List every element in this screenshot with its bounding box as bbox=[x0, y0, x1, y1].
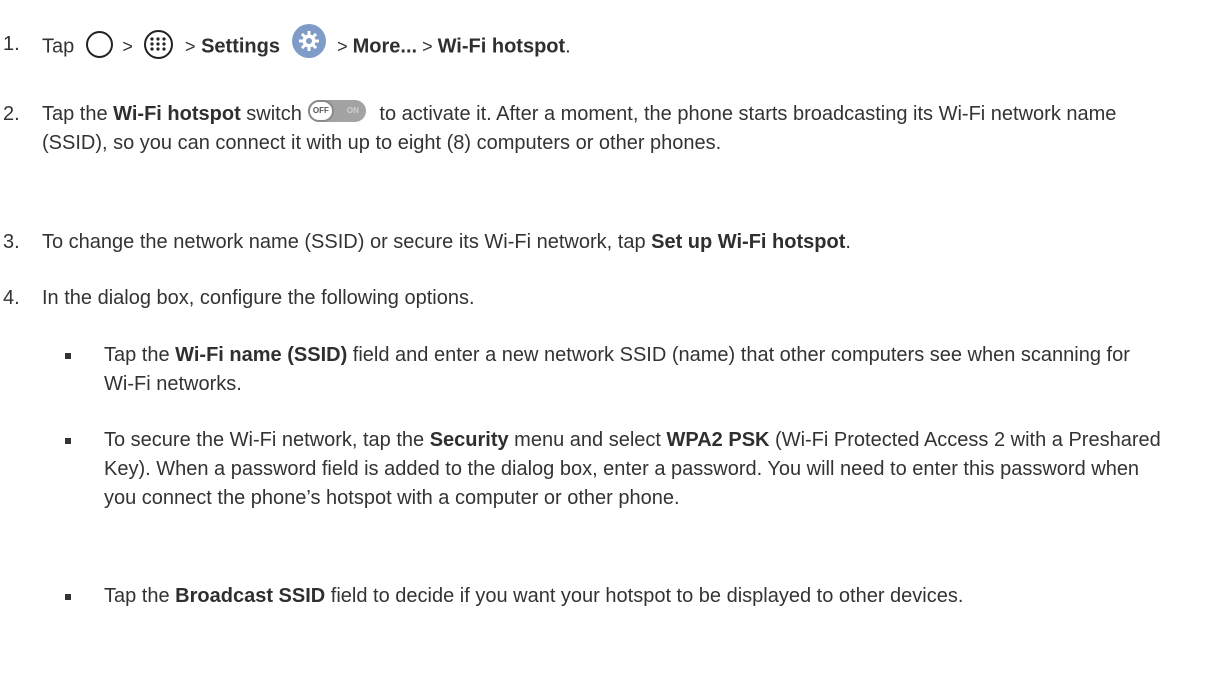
step-number: 4. bbox=[3, 287, 20, 309]
step-text: Tap the Wi-Fi hotspot switch OFF ON to act… bbox=[42, 99, 1142, 158]
step-text: To change the network name (SSID) or sec… bbox=[42, 228, 1142, 257]
step-3: 3. To change the network name (SSID) or … bbox=[0, 228, 1200, 257]
separator: > bbox=[337, 36, 353, 57]
option-text: Tap the Broadcast SSID field to decide i… bbox=[104, 582, 1164, 611]
period: . bbox=[565, 35, 571, 58]
text-run: Tap the bbox=[42, 103, 114, 125]
option-item-broadcast: Tap the Broadcast SSID field to decide i… bbox=[0, 582, 1200, 611]
toggle-switch-icon: OFF ON bbox=[307, 99, 366, 122]
text-run: field to decide if you want your hotspot… bbox=[325, 585, 964, 607]
home-icon bbox=[85, 30, 113, 58]
step-number: 1. bbox=[3, 33, 20, 55]
text-run: menu and select bbox=[508, 429, 667, 451]
text-run: Tap the bbox=[104, 344, 176, 366]
step-number: 2. bbox=[3, 103, 20, 125]
broadcast-ssid-label: Broadcast SSID bbox=[175, 585, 326, 607]
apps-icon bbox=[144, 29, 174, 59]
step-4: 4. In the dialog box, configure the foll… bbox=[0, 284, 1200, 313]
settings-label: Settings bbox=[201, 35, 280, 58]
text-run: . bbox=[845, 231, 851, 253]
more-label: More... bbox=[352, 35, 418, 58]
bullet-icon bbox=[65, 438, 71, 444]
option-item-security: To secure the Wi-Fi network, tap the Sec… bbox=[0, 426, 1200, 513]
wifi-hotspot-label: Wi-Fi hotspot bbox=[437, 35, 566, 58]
step-number: 3. bbox=[3, 231, 20, 253]
wifi-hotspot-label: Wi-Fi hotspot bbox=[113, 103, 241, 125]
option-text: To secure the Wi-Fi network, tap the Sec… bbox=[104, 426, 1164, 513]
wpa2-psk-label: WPA2 PSK bbox=[666, 429, 770, 451]
separator: > bbox=[122, 36, 133, 57]
step-2: 2. Tap the Wi-Fi hotspot switch OFF ON to … bbox=[0, 99, 1200, 158]
toggle-off-label: OFF bbox=[307, 99, 334, 122]
separator: > bbox=[417, 36, 438, 57]
step-1: 1. Tap > > Settings > More... > Wi-Fi ho… bbox=[0, 24, 1200, 64]
security-label: Security bbox=[429, 429, 509, 451]
text-run: Tap the bbox=[104, 585, 176, 607]
text-run: To secure the Wi-Fi network, tap the bbox=[104, 429, 430, 451]
step-text: In the dialog box, configure the followi… bbox=[42, 287, 475, 309]
text-run: switch bbox=[240, 103, 302, 125]
bullet-icon bbox=[65, 353, 71, 359]
separator: > bbox=[185, 36, 196, 57]
bullet-icon bbox=[65, 594, 71, 600]
step-text: Tap > > Settings > More... > Wi-Fi hotsp… bbox=[42, 24, 1142, 64]
wifi-name-label: Wi-Fi name (SSID) bbox=[175, 344, 348, 366]
settings-gear-icon bbox=[291, 24, 326, 58]
option-item-ssid: Tap the Wi-Fi name (SSID) field and ente… bbox=[0, 341, 1200, 399]
toggle-on-label: ON bbox=[346, 105, 359, 115]
set-up-hotspot-label: Set up Wi-Fi hotspot bbox=[651, 231, 846, 253]
option-text: Tap the Wi-Fi name (SSID) field and ente… bbox=[104, 341, 1164, 399]
tap-text: Tap bbox=[42, 35, 75, 58]
text-run: To change the network name (SSID) or sec… bbox=[42, 231, 652, 253]
